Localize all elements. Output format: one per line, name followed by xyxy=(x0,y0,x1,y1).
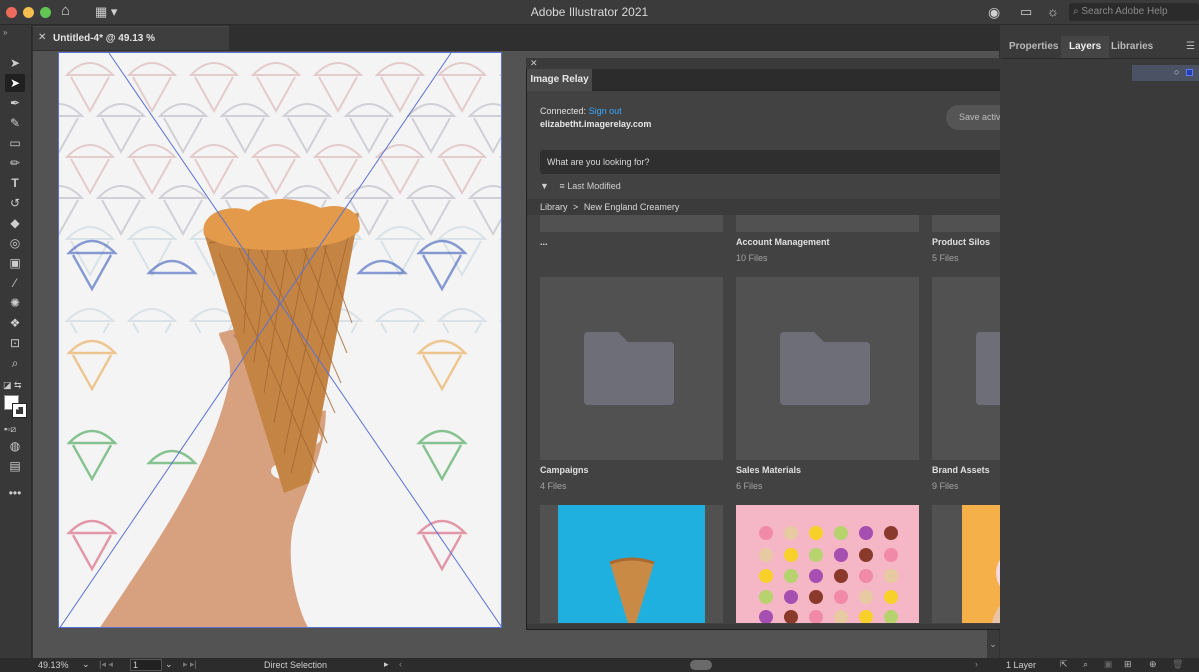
layer-row[interactable]: ○ xyxy=(1132,65,1199,81)
folder-file-count: 10 Files xyxy=(736,253,768,263)
folder-icon xyxy=(780,332,870,405)
tab-image-relay[interactable]: Image Relay xyxy=(527,69,592,91)
artboard-number[interactable]: 1 xyxy=(130,659,162,671)
blue-cone-image xyxy=(558,505,705,623)
eyedropper-tool-icon[interactable]: ⁄ xyxy=(5,274,25,292)
sign-out-link[interactable]: Sign out xyxy=(589,106,622,116)
folder-title: Account Management xyxy=(736,237,830,247)
properties-layers-panel xyxy=(1000,25,1199,658)
shape-builder-tool-icon[interactable]: ◎ xyxy=(5,234,25,252)
export-icon[interactable]: ⇱ xyxy=(1060,659,1068,670)
macarons-image xyxy=(759,526,898,623)
folder-file-count: 5 Files xyxy=(932,253,959,263)
direct-selection-tool-icon[interactable]: ➤ xyxy=(5,74,25,92)
scroll-right-icon[interactable]: › xyxy=(975,659,978,669)
new-sublayer-icon[interactable]: ⊞ xyxy=(1124,659,1132,670)
artboard-dropdown-icon[interactable]: ⌄ xyxy=(165,659,173,670)
folder-card-sales-materials[interactable] xyxy=(736,277,919,460)
type-tool-icon[interactable]: T xyxy=(5,174,25,192)
layer-color-icon xyxy=(1186,69,1193,76)
window-title: Adobe Illustrator 2021 xyxy=(530,5,649,19)
panel-menu-icon[interactable]: ☰ xyxy=(1186,41,1195,52)
selection-tool-icon[interactable]: ➤ xyxy=(5,54,25,72)
search-help-input[interactable]: ⌕ Search Adobe Help xyxy=(1069,3,1199,21)
tab-layers[interactable]: Layers xyxy=(1061,36,1110,58)
zoom-dropdown-icon[interactable]: ⌄ xyxy=(82,659,90,670)
filter-sort-row: ▼ ≡ Last Modified xyxy=(540,181,621,191)
sort-icon[interactable]: ≡ xyxy=(559,181,564,191)
color-mode-icon[interactable]: ▪▫⧄ xyxy=(4,424,16,435)
layers-count: 1 Layer xyxy=(1006,660,1037,670)
tab-properties[interactable]: Properties xyxy=(1001,36,1066,58)
document-tab[interactable]: Untitled-4* @ 49.13 % (CMYK/Preview) xyxy=(33,26,229,67)
search-help-placeholder: Search Adobe Help xyxy=(1081,6,1168,17)
image-thumbnail[interactable] xyxy=(736,505,919,623)
lightbulb-icon[interactable]: ☼ xyxy=(1047,4,1059,20)
folder-card[interactable] xyxy=(540,215,723,232)
last-artboard-icon[interactable]: ▸ ▸| xyxy=(183,659,197,670)
screen-mode-icon[interactable]: ▤ xyxy=(5,457,25,475)
user-icon[interactable]: ◉ xyxy=(988,4,1000,20)
panel-divider xyxy=(1001,58,1199,59)
folder-title: ... xyxy=(540,237,548,247)
close-icon[interactable]: ✕ xyxy=(38,32,46,43)
gradient-tool-icon[interactable]: ▣ xyxy=(5,254,25,272)
breadcrumb: Library > New England Creamery xyxy=(540,202,679,212)
breadcrumb-root[interactable]: Library xyxy=(540,202,568,212)
folder-file-count: 9 Files xyxy=(932,481,959,491)
draw-mode-icon[interactable]: ◍ xyxy=(5,437,25,455)
folder-icon xyxy=(584,332,674,405)
folder-file-count: 6 Files xyxy=(736,481,763,491)
symbol-sprayer-tool-icon[interactable]: ❖ xyxy=(5,314,25,332)
folder-card-campaigns[interactable] xyxy=(540,277,723,460)
image-thumbnail[interactable] xyxy=(540,505,723,623)
scroll-down-icon[interactable]: ⌄ xyxy=(987,630,999,658)
pen-tool-icon[interactable]: ✒ xyxy=(5,94,25,112)
collapse-panel-icon[interactable]: » xyxy=(3,28,7,37)
status-menu-icon[interactable]: ▸ xyxy=(384,659,389,670)
breadcrumb-current: New England Creamery xyxy=(583,202,680,212)
first-artboard-icon[interactable]: |◂ ◂ xyxy=(99,659,113,670)
locate-object-icon[interactable]: ⌕ xyxy=(1083,659,1088,670)
more-tools-icon[interactable]: ••• xyxy=(5,484,25,502)
close-panel-icon[interactable]: ✕ xyxy=(530,58,538,69)
make-clipping-mask-icon[interactable]: ▣ xyxy=(1104,659,1113,670)
breadcrumb-separator: > xyxy=(573,202,579,212)
folder-card[interactable] xyxy=(736,215,919,232)
artboard[interactable] xyxy=(58,52,502,628)
status-bar: 49.13% ⌄ |◂ ◂ 1 ⌄ ▸ ▸| Direct Selection … xyxy=(0,658,1199,672)
eraser-tool-icon[interactable]: ◆ xyxy=(5,214,25,232)
connected-label: Connected: xyxy=(540,106,587,116)
arrange-documents-icon[interactable]: ▭ xyxy=(1020,4,1032,20)
artboard-tool-icon[interactable]: ⊡ xyxy=(5,334,25,352)
current-tool-label: Direct Selection xyxy=(264,660,328,670)
rectangle-tool-icon[interactable]: ▭ xyxy=(5,134,25,152)
blend-tool-icon[interactable]: ✺ xyxy=(5,294,25,312)
new-layer-icon[interactable]: ⊕ xyxy=(1149,659,1157,670)
account-domain: elizabetht.imagerelay.com xyxy=(540,119,652,129)
delete-layer-icon[interactable]: 🗑 xyxy=(1172,659,1183,670)
paintbrush-tool-icon[interactable]: ✏ xyxy=(5,154,25,172)
filter-icon[interactable]: ▼ xyxy=(540,181,549,191)
stroke-swatch[interactable] xyxy=(12,403,27,418)
folder-file-count: 4 Files xyxy=(540,481,567,491)
sort-label[interactable]: Last Modified xyxy=(567,181,621,191)
search-icon: ⌕ xyxy=(1073,6,1079,17)
folder-title: Product Silos xyxy=(932,237,991,247)
connection-status: Connected: Sign out xyxy=(540,106,622,116)
zoom-tool-icon[interactable]: ⌕ xyxy=(5,354,25,372)
rotate-tool-icon[interactable]: ↺ xyxy=(5,194,25,212)
curvature-tool-icon[interactable]: ✎ xyxy=(5,114,25,132)
layer-target-icon[interactable]: ○ xyxy=(1174,67,1179,77)
folder-title: Sales Materials xyxy=(736,465,802,475)
selection-cross-lines xyxy=(59,53,501,627)
horizontal-scroll-thumb[interactable] xyxy=(690,660,712,670)
zoom-level[interactable]: 49.13% xyxy=(38,660,69,670)
folder-title: Campaigns xyxy=(540,465,589,475)
tab-libraries[interactable]: Libraries xyxy=(1103,36,1161,58)
scroll-left-icon[interactable]: ‹ xyxy=(399,659,402,669)
folder-title: Brand Assets xyxy=(932,465,990,475)
default-fill-stroke-icon[interactable]: ◪ ⇆ xyxy=(3,380,22,391)
